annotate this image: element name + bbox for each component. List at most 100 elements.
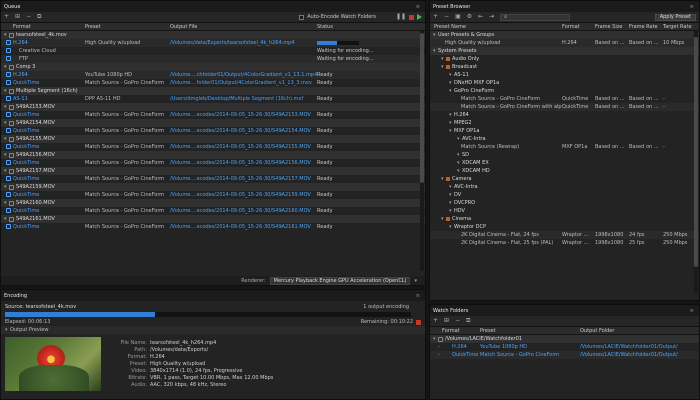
queue-output-row[interactable]: QuickTime Match Source - GoPro CineForm/V… [1, 191, 425, 199]
preset-group-row[interactable]: ▾ GoPro CineForm [430, 87, 699, 95]
preset-row[interactable]: 2K Digital Cinema - Flat, 24 fps Wraptor … [430, 231, 699, 239]
col-frame-size[interactable]: Frame Size [595, 24, 629, 30]
panel-menu-icon[interactable]: ≡ [690, 308, 696, 314]
output-file[interactable]: /Volume....ecodes/2014-09-05_15-26-30/S4… [170, 112, 317, 118]
output-preset[interactable]: Match Source - GoPro CineForm [85, 224, 170, 230]
preset-search-input[interactable]: ⌕ [500, 13, 571, 21]
output-file[interactable]: /Volume....chfolder01/Output/4ColorGradi… [170, 72, 317, 78]
add-preset-icon[interactable]: + [433, 14, 438, 20]
watch-folder-row[interactable]: ▾ /Volumes/LACIE/Watchfolder01 [430, 335, 699, 343]
output-file[interactable]: /Volume....ecodes/2014-09-05_15-26-30/S4… [170, 144, 317, 150]
watch-output-folder[interactable]: /Volumes/LACIE/Watchfolder01/Output/ [580, 352, 690, 358]
panel-menu-icon[interactable]: ≡ [416, 4, 422, 10]
output-format[interactable]: QuickTime [13, 224, 85, 230]
output-preset[interactable]: Match Source - GoPro CineForm [85, 176, 170, 182]
output-preset[interactable]: Match Source - GoPro CineForm [85, 208, 170, 214]
col-output-folder[interactable]: Output Folder [580, 328, 690, 334]
export-icon[interactable]: ⇥ [489, 14, 494, 20]
col-output-file[interactable]: Output File [170, 24, 317, 30]
auto-encode-checkbox[interactable] [299, 14, 305, 20]
queue-output-row[interactable]: H.264 YouTube 1080p HD/Volume....chfolder… [1, 71, 425, 79]
preset-group-row[interactable]: ▾ Audio Only [430, 55, 699, 63]
col-preset-name[interactable]: Preset Name [430, 24, 562, 30]
col-format[interactable]: Format [13, 24, 85, 30]
queue-tab[interactable]: Queue [4, 4, 20, 10]
queue-output-row[interactable]: QuickTime Match Source - GoPro CineForm/V… [1, 111, 425, 119]
col-frame-rate[interactable]: Frame Rate [629, 24, 663, 30]
output-preset[interactable]: Match Source - GoPro CineForm [85, 160, 170, 166]
watch-folders-tab[interactable]: Watch Folders [433, 308, 468, 314]
preset-row[interactable]: 2K Digital Cinema - Flat, 25 fps (PAL) Wr… [430, 239, 699, 247]
preset-row[interactable]: Match Source (Rewrap) MXF OP1a Based on ..… [430, 143, 699, 151]
preset-group-row[interactable]: ▾ MXF OP1a [430, 127, 699, 135]
output-preset[interactable]: High Quality w/upload [85, 40, 170, 46]
output-preset[interactable]: YouTube 1080p HD [85, 72, 170, 78]
output-format[interactable]: H.264 [13, 40, 85, 46]
panel-menu-icon[interactable]: ≡ [690, 4, 696, 10]
output-file[interactable]: /Volume....ecodes/2014-09-05_15-26-30/S4… [170, 128, 317, 134]
output-format[interactable]: QuickTime [13, 192, 85, 198]
stop-queue-button[interactable] [409, 14, 414, 20]
add-output-icon[interactable]: ⊞ [444, 318, 449, 324]
queue-source-row[interactable]: ▾ S49A2153.MOV [1, 103, 425, 111]
remove-icon[interactable]: − [455, 318, 460, 324]
preset-group-row[interactable]: ▾ DV [430, 191, 699, 199]
output-file[interactable]: /Volume....ecodes/2014-09-05_15-26-30/S4… [170, 176, 317, 182]
col-target-rate[interactable]: Target Rate [663, 24, 697, 30]
preset-scrollbar[interactable] [694, 31, 698, 293]
queue-scrollbar[interactable] [420, 31, 424, 271]
duplicate-icon[interactable]: ⧉ [37, 14, 41, 20]
output-preset[interactable]: Match Source - GoPro CineForm [85, 128, 170, 134]
renderer-dropdown[interactable]: Mercury Playback Engine GPU Acceleration… [269, 276, 411, 285]
queue-output-row[interactable]: QuickTime Match Source - GoPro CineForm/V… [1, 175, 425, 183]
add-output-icon[interactable]: ⊞ [15, 14, 20, 20]
output-preset[interactable]: DPP AS-11 HD [85, 96, 170, 102]
preset-group-row[interactable]: ▾ Wraptor DCP [430, 223, 699, 231]
preset-group-row[interactable]: ▾ Broadcast [430, 63, 699, 71]
output-preset[interactable]: Match Source - GoPro CineForm [85, 144, 170, 150]
preset-group-row[interactable]: ▾ Camera [430, 175, 699, 183]
preset-group-row[interactable]: ▾ MPEG2 [430, 119, 699, 127]
pause-icon[interactable]: ❚❚ [396, 14, 406, 20]
new-group-icon[interactable]: ▣ [455, 14, 461, 20]
watch-format[interactable]: QuickTime [452, 352, 480, 358]
queue-source-row[interactable]: ▾ S49A2161.MOV [1, 215, 425, 223]
queue-source-row[interactable]: ▾ S49A2155.MOV [1, 135, 425, 143]
preset-group-row[interactable]: ▾ Cinema [430, 215, 699, 223]
output-format[interactable]: QuickTime [13, 160, 85, 166]
output-file[interactable]: /Volume....ecodes/2014-09-05_15-26-30/S4… [170, 224, 317, 230]
preset-group-row[interactable]: ▾ AVC-Intra [430, 135, 699, 143]
preset-row[interactable]: Match Source - GoPro CineForm with alpha… [430, 103, 699, 111]
preset-group-row[interactable]: ▾ AVC-Intra [430, 183, 699, 191]
preset-group-row[interactable]: ▾ DNxHD MXF OP1a [430, 79, 699, 87]
output-preset[interactable]: Match Source - GoPro CineForm [85, 80, 170, 86]
output-format[interactable]: QuickTime [13, 80, 85, 86]
preset-group-row[interactable]: ▾ SD [430, 151, 699, 159]
preset-group-row[interactable]: ▾ System Presets [430, 47, 699, 55]
output-file[interactable]: /Users/dmgleb/Desktop/Multiple Segment (… [170, 96, 317, 102]
encoding-tab[interactable]: Encoding [4, 293, 27, 299]
queue-source-row[interactable]: ▾ Multiple Segment (16ch) [1, 87, 425, 95]
col-format[interactable]: Format [442, 328, 480, 334]
import-icon[interactable]: ⇤ [478, 14, 483, 20]
queue-output-row[interactable]: H.264 High Quality w/upload/Volumes/data/… [1, 39, 425, 47]
add-watch-folder-icon[interactable]: + [433, 318, 438, 324]
queue-output-row[interactable]: QuickTime Match Source - GoPro CineForm/V… [1, 127, 425, 135]
output-file[interactable]: /Volume....ecodes/2014-09-05_15-26-30/S4… [170, 192, 317, 198]
output-format[interactable]: QuickTime [13, 208, 85, 214]
queue-output-row[interactable]: QuickTime Match Source - GoPro CineForm/V… [1, 223, 425, 231]
preset-group-row[interactable]: ▾ XDCAM HD [430, 167, 699, 175]
start-queue-button[interactable] [417, 14, 422, 20]
queue-output-row[interactable]: QuickTime Match Source - GoPro CineForm/V… [1, 159, 425, 167]
output-format[interactable]: H.264 [13, 72, 85, 78]
queue-source-row[interactable]: ▾ S49A2159.MOV [1, 183, 425, 191]
queue-output-row[interactable]: QuickTime Match Source - GoPro CineForm/V… [1, 143, 425, 151]
watch-preset[interactable]: Match Source - GoPro CineForm [480, 352, 580, 358]
output-format[interactable]: QuickTime [13, 176, 85, 182]
col-status[interactable]: Status [317, 24, 397, 30]
col-preset[interactable]: Preset [480, 328, 580, 334]
watch-preset[interactable]: YouTube 1080p HD [480, 344, 580, 350]
col-format[interactable]: Format [562, 24, 595, 30]
preset-browser-tab[interactable]: Preset Browser [433, 4, 470, 10]
watch-format[interactable]: H.264 [452, 344, 480, 350]
